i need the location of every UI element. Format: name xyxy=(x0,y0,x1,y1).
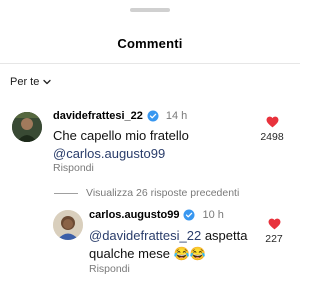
reply-button[interactable]: Rispondi xyxy=(89,263,130,275)
like-count: 2498 xyxy=(260,131,284,143)
chevron-down-icon xyxy=(43,79,52,85)
view-replies-label: Visualizza 26 risposte precedenti xyxy=(86,187,240,199)
reply-text-line: @davidefrattesi_22 aspetta xyxy=(89,227,247,245)
comment-mention-link[interactable]: @carlos.augusto99 xyxy=(53,145,189,163)
comment-time: 14 h xyxy=(165,110,188,122)
avatar[interactable] xyxy=(12,112,42,142)
view-previous-replies-button[interactable]: Visualizza 26 risposte precedenti xyxy=(54,187,239,199)
avatar-photo xyxy=(12,112,42,142)
heart-icon xyxy=(266,116,278,128)
like-button[interactable]: 2498 xyxy=(252,116,292,143)
replies-line-divider xyxy=(54,192,78,194)
reply-button[interactable]: Rispondi xyxy=(53,162,94,174)
comment-text: Che capello mio fratello @carlos.augusto… xyxy=(53,127,189,163)
like-count: 227 xyxy=(265,233,283,245)
reply-time: 10 h xyxy=(202,209,224,221)
comment-header: davidefrattesi_22 14 h xyxy=(53,110,187,122)
sort-dropdown[interactable]: Per te xyxy=(10,76,52,88)
reply-text-line: qualche mese 😂😂 xyxy=(89,246,206,261)
comment-username[interactable]: davidefrattesi_22 xyxy=(53,110,143,122)
sheet-title: Commenti xyxy=(117,36,183,51)
reply-text-rest: aspetta xyxy=(201,228,248,243)
comment-text-line: Che capello mio fratello xyxy=(53,128,189,143)
header-divider xyxy=(0,63,300,64)
reply-mention-link[interactable]: @davidefrattesi_22 xyxy=(89,228,201,243)
reply-header: carlos.augusto99 10 h xyxy=(89,209,224,221)
sheet-drag-handle[interactable] xyxy=(130,8,170,12)
heart-icon xyxy=(268,218,280,230)
reply-text: @davidefrattesi_22 aspetta qualche mese … xyxy=(89,227,247,263)
reply-username[interactable]: carlos.augusto99 xyxy=(89,209,179,221)
verified-badge-icon xyxy=(147,110,159,122)
verified-badge-icon xyxy=(183,209,195,221)
avatar-photo xyxy=(53,210,83,240)
sort-label: Per te xyxy=(10,76,40,88)
like-button[interactable]: 227 xyxy=(254,218,294,245)
avatar[interactable] xyxy=(53,210,83,240)
